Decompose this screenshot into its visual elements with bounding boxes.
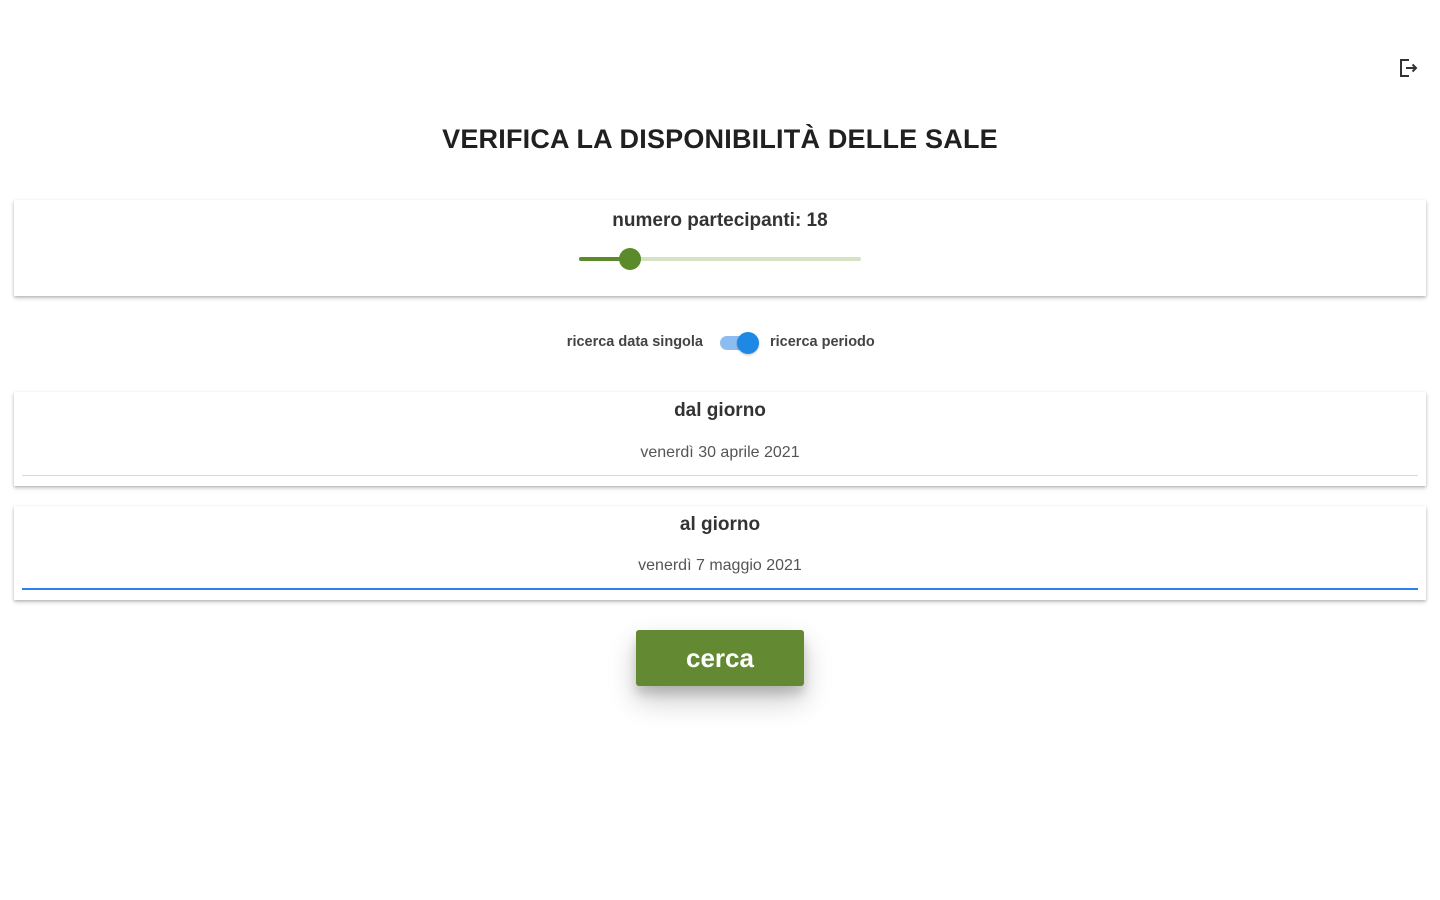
participants-label: numero partecipanti: 18 [612,210,828,231]
single-date-label: ricerca data singola [566,334,703,350]
from-day-label: dal giorno [674,400,766,421]
logout-button[interactable] [1394,54,1422,82]
to-day-card: al giorno [14,506,1426,600]
to-day-label: al giorno [679,514,761,535]
logout-icon [1400,59,1418,77]
page: VERIFICA LA DISPONIBILITÀ DELLE SALE num… [0,0,1440,900]
search-mode-toggle[interactable] [718,332,760,354]
from-day-input[interactable] [22,436,1418,476]
slider-thumb[interactable] [618,248,641,270]
to-day-input[interactable] [22,550,1418,590]
from-day-card: dal giorno [14,392,1426,486]
search-button[interactable]: cerca [636,630,804,686]
page-title: VERIFICA LA DISPONIBILITÀ DELLE SALE [442,124,998,154]
participants-slider[interactable] [579,248,861,270]
search-mode-row: ricerca data singola ricerca periodo [0,330,1440,356]
participants-card: numero partecipanti: 18 [14,200,1426,296]
period-label: ricerca periodo [770,334,875,350]
toggle-knob [737,332,759,354]
